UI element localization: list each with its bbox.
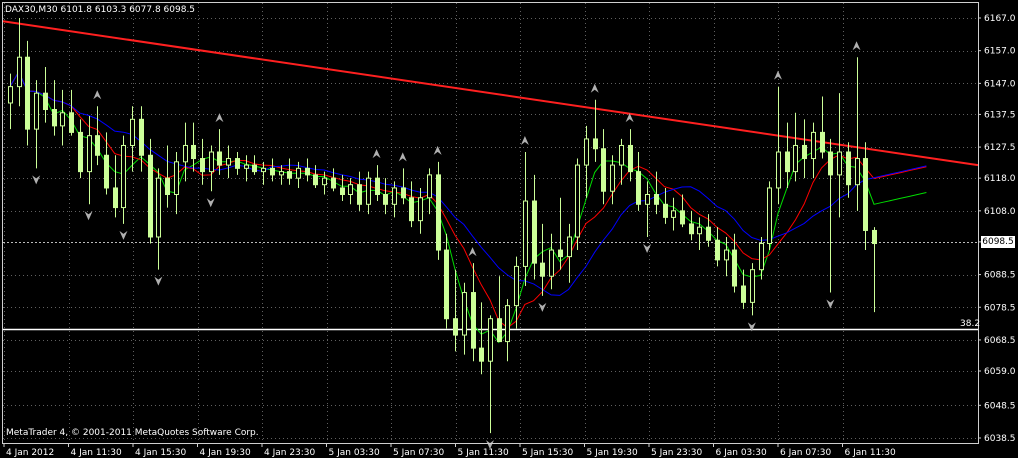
time-tick-label: 5 Jan 07:30	[393, 448, 445, 458]
time-tick-label: 5 Jan 15:30	[522, 448, 574, 458]
price-tick-label: 6118.0	[984, 174, 1016, 184]
time-tick-label: 6 Jan 07:30	[780, 448, 832, 458]
price-tick-label: 6127.5	[984, 143, 1016, 153]
time-tick-label: 5 Jan 19:30	[587, 448, 639, 458]
price-tick-label: 6048.5	[984, 401, 1016, 411]
symbol-info-label: DAX30,M30 6101.8 6103.3 6077.8 6098.5	[5, 5, 196, 15]
time-tick-label: 4 Jan 2012	[6, 448, 54, 458]
time-tick-label: 4 Jan 23:30	[264, 448, 316, 458]
price-tick-label: 6167.0	[984, 14, 1016, 24]
time-tick-label: 5 Jan 11:30	[458, 448, 510, 458]
time-tick-label: 4 Jan 15:30	[135, 448, 187, 458]
price-tick-label: 6038.5	[984, 434, 1016, 444]
plot-frame	[2, 2, 979, 444]
price-tick-label: 6088.5	[984, 271, 1016, 281]
time-tick-label: 4 Jan 19:30	[200, 448, 252, 458]
price-axis: 6167.0 6157.0 6147.0 6137.5 6127.5 6118.0 6108…	[978, 14, 1016, 444]
time-tick-label: 6 Jan 11:30	[845, 448, 897, 458]
time-tick-label: 4 Jan 11:30	[71, 448, 123, 458]
price-tick-label: 6157.0	[984, 47, 1016, 57]
price-tick-label: 6137.5	[984, 110, 1016, 120]
price-tick-label: 6068.5	[984, 336, 1016, 346]
copyright-label: MetaTrader 4, © 2001-2011 MetaQuotes Sof…	[6, 428, 259, 438]
price-tick-label: 6078.5	[984, 303, 1016, 313]
time-tick-label: 5 Jan 23:30	[651, 448, 703, 458]
time-tick-label: 6 Jan 03:30	[716, 448, 768, 458]
price-tick-label: 6059.0	[984, 367, 1016, 377]
chart-window[interactable]: 6167.0 6157.0 6147.0 6137.5 6127.5 6118.0 6108…	[0, 0, 1018, 458]
price-tick-label: 6147.0	[984, 79, 1016, 89]
time-tick-label: 5 Jan 03:30	[329, 448, 381, 458]
time-axis: 4 Jan 2012 4 Jan 11:30 4 Jan 15:30 4 Jan 19…	[3, 443, 897, 458]
current-price-tag: 6098.5	[981, 236, 1015, 248]
fib-level-label: 38.2	[960, 319, 981, 329]
price-tick-label: 6108.0	[984, 207, 1016, 217]
